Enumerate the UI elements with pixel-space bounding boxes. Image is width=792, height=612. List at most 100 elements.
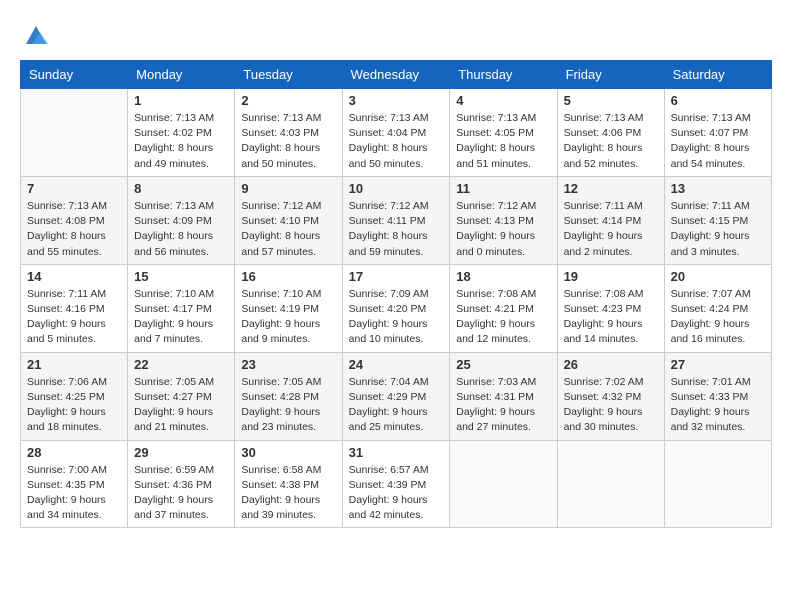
calendar-day-cell: 25 Sunrise: 7:03 AMSunset: 4:31 PMDayligh… — [450, 352, 557, 440]
day-number: 13 — [671, 181, 765, 196]
calendar-day-cell: 31 Sunrise: 6:57 AMSunset: 4:39 PMDayligh… — [342, 440, 450, 528]
day-info: Sunrise: 7:13 AMSunset: 4:02 PMDaylight:… — [134, 111, 228, 172]
day-number: 27 — [671, 357, 765, 372]
day-info: Sunrise: 7:13 AMSunset: 4:06 PMDaylight:… — [564, 111, 658, 172]
day-number: 30 — [241, 445, 335, 460]
calendar-week-row: 1Sunrise: 7:13 AMSunset: 4:02 PMDaylight… — [21, 89, 772, 177]
day-info: Sunrise: 7:11 AMSunset: 4:14 PMDaylight:… — [564, 199, 658, 260]
calendar-day-cell: 26Sunrise: 7:02 AMSunset: 4:32 PMDayligh… — [557, 352, 664, 440]
calendar-day-cell — [664, 440, 771, 528]
day-info: Sunrise: 7:08 AMSunset: 4:21 PMDaylight:… — [456, 287, 550, 348]
calendar-day-cell: 14 Sunrise: 7:11 AMSunset: 4:16 PMDayligh… — [21, 264, 128, 352]
calendar-header-tuesday: Tuesday — [235, 61, 342, 89]
calendar-week-row: 28 Sunrise: 7:00 AMSunset: 4:35 PMDayligh… — [21, 440, 772, 528]
calendar-day-cell: 21 Sunrise: 7:06 AMSunset: 4:25 PMDayligh… — [21, 352, 128, 440]
day-info: Sunrise: 7:03 AMSunset: 4:31 PMDaylight:… — [456, 375, 550, 436]
calendar-day-cell: 20 Sunrise: 7:07 AMSunset: 4:24 PMDayligh… — [664, 264, 771, 352]
day-number: 5 — [564, 93, 658, 108]
day-number: 18 — [456, 269, 550, 284]
day-number: 24 — [349, 357, 444, 372]
day-number: 26 — [564, 357, 658, 372]
day-number: 14 — [27, 269, 121, 284]
calendar-day-cell: 15 Sunrise: 7:10 AMSunset: 4:17 PMDayligh… — [128, 264, 235, 352]
calendar-week-row: 14 Sunrise: 7:11 AMSunset: 4:16 PMDayligh… — [21, 264, 772, 352]
day-info: Sunrise: 7:05 AMSunset: 4:27 PMDaylight:… — [134, 375, 228, 436]
calendar-day-cell: 24 Sunrise: 7:04 AMSunset: 4:29 PMDayligh… — [342, 352, 450, 440]
day-info: Sunrise: 7:13 AMSunset: 4:07 PMDaylight:… — [671, 111, 765, 172]
calendar-day-cell — [557, 440, 664, 528]
day-info: Sunrise: 7:12 AMSunset: 4:13 PMDaylight:… — [456, 199, 550, 260]
day-info: Sunrise: 7:10 AMSunset: 4:19 PMDaylight:… — [241, 287, 335, 348]
calendar-day-cell — [21, 89, 128, 177]
day-info: Sunrise: 7:12 AMSunset: 4:10 PMDaylight:… — [241, 199, 335, 260]
calendar-day-cell: 13 Sunrise: 7:11 AMSunset: 4:15 PMDayligh… — [664, 176, 771, 264]
day-number: 3 — [349, 93, 444, 108]
day-number: 6 — [671, 93, 765, 108]
day-number: 20 — [671, 269, 765, 284]
calendar-day-cell: 19Sunrise: 7:08 AMSunset: 4:23 PMDayligh… — [557, 264, 664, 352]
day-info: Sunrise: 7:05 AMSunset: 4:28 PMDaylight:… — [241, 375, 335, 436]
day-info: Sunrise: 7:06 AMSunset: 4:25 PMDaylight:… — [27, 375, 121, 436]
calendar-day-cell: 1Sunrise: 7:13 AMSunset: 4:02 PMDaylight… — [128, 89, 235, 177]
day-info: Sunrise: 7:13 AMSunset: 4:05 PMDaylight:… — [456, 111, 550, 172]
day-info: Sunrise: 7:13 AMSunset: 4:09 PMDaylight:… — [134, 199, 228, 260]
calendar-day-cell — [450, 440, 557, 528]
calendar-day-cell: 3 Sunrise: 7:13 AMSunset: 4:04 PMDaylight… — [342, 89, 450, 177]
calendar-day-cell: 10Sunrise: 7:12 AMSunset: 4:11 PMDayligh… — [342, 176, 450, 264]
calendar-day-cell: 30 Sunrise: 6:58 AMSunset: 4:38 PMDayligh… — [235, 440, 342, 528]
day-number: 16 — [241, 269, 335, 284]
calendar-header-saturday: Saturday — [664, 61, 771, 89]
day-number: 28 — [27, 445, 121, 460]
calendar-day-cell: 12Sunrise: 7:11 AMSunset: 4:14 PMDayligh… — [557, 176, 664, 264]
day-number: 31 — [349, 445, 444, 460]
calendar-header-monday: Monday — [128, 61, 235, 89]
day-number: 23 — [241, 357, 335, 372]
day-info: Sunrise: 7:07 AMSunset: 4:24 PMDaylight:… — [671, 287, 765, 348]
calendar-week-row: 21 Sunrise: 7:06 AMSunset: 4:25 PMDayligh… — [21, 352, 772, 440]
day-number: 4 — [456, 93, 550, 108]
day-info: Sunrise: 7:09 AMSunset: 4:20 PMDaylight:… — [349, 287, 444, 348]
day-info: Sunrise: 7:10 AMSunset: 4:17 PMDaylight:… — [134, 287, 228, 348]
calendar-header-friday: Friday — [557, 61, 664, 89]
calendar-table: SundayMondayTuesdayWednesdayThursdayFrid… — [20, 60, 772, 528]
day-info: Sunrise: 6:57 AMSunset: 4:39 PMDaylight:… — [349, 463, 444, 524]
logo-icon — [22, 20, 50, 48]
day-number: 11 — [456, 181, 550, 196]
calendar-header-thursday: Thursday — [450, 61, 557, 89]
day-info: Sunrise: 7:13 AMSunset: 4:04 PMDaylight:… — [349, 111, 444, 172]
day-number: 25 — [456, 357, 550, 372]
calendar-day-cell: 16 Sunrise: 7:10 AMSunset: 4:19 PMDayligh… — [235, 264, 342, 352]
day-info: Sunrise: 7:11 AMSunset: 4:15 PMDaylight:… — [671, 199, 765, 260]
day-number: 21 — [27, 357, 121, 372]
day-info: Sunrise: 7:01 AMSunset: 4:33 PMDaylight:… — [671, 375, 765, 436]
day-number: 7 — [27, 181, 121, 196]
day-info: Sunrise: 6:58 AMSunset: 4:38 PMDaylight:… — [241, 463, 335, 524]
day-number: 29 — [134, 445, 228, 460]
calendar-day-cell: 7 Sunrise: 7:13 AMSunset: 4:08 PMDaylight… — [21, 176, 128, 264]
day-number: 2 — [241, 93, 335, 108]
day-info: Sunrise: 7:04 AMSunset: 4:29 PMDaylight:… — [349, 375, 444, 436]
calendar-day-cell: 17Sunrise: 7:09 AMSunset: 4:20 PMDayligh… — [342, 264, 450, 352]
day-number: 22 — [134, 357, 228, 372]
day-info: Sunrise: 7:13 AMSunset: 4:08 PMDaylight:… — [27, 199, 121, 260]
calendar-header-row: SundayMondayTuesdayWednesdayThursdayFrid… — [21, 61, 772, 89]
calendar-day-cell: 11 Sunrise: 7:12 AMSunset: 4:13 PMDayligh… — [450, 176, 557, 264]
calendar-day-cell: 23 Sunrise: 7:05 AMSunset: 4:28 PMDayligh… — [235, 352, 342, 440]
calendar-day-cell: 8 Sunrise: 7:13 AMSunset: 4:09 PMDaylight… — [128, 176, 235, 264]
day-info: Sunrise: 7:11 AMSunset: 4:16 PMDaylight:… — [27, 287, 121, 348]
day-number: 9 — [241, 181, 335, 196]
day-number: 8 — [134, 181, 228, 196]
calendar-day-cell: 22 Sunrise: 7:05 AMSunset: 4:27 PMDayligh… — [128, 352, 235, 440]
calendar-week-row: 7 Sunrise: 7:13 AMSunset: 4:08 PMDaylight… — [21, 176, 772, 264]
day-info: Sunrise: 7:13 AMSunset: 4:03 PMDaylight:… — [241, 111, 335, 172]
day-info: Sunrise: 7:08 AMSunset: 4:23 PMDaylight:… — [564, 287, 658, 348]
day-info: Sunrise: 7:00 AMSunset: 4:35 PMDaylight:… — [27, 463, 121, 524]
calendar-day-cell: 27 Sunrise: 7:01 AMSunset: 4:33 PMDayligh… — [664, 352, 771, 440]
calendar-day-cell: 28 Sunrise: 7:00 AMSunset: 4:35 PMDayligh… — [21, 440, 128, 528]
calendar-day-cell: 4 Sunrise: 7:13 AMSunset: 4:05 PMDaylight… — [450, 89, 557, 177]
calendar-day-cell: 9 Sunrise: 7:12 AMSunset: 4:10 PMDaylight… — [235, 176, 342, 264]
calendar-day-cell: 2 Sunrise: 7:13 AMSunset: 4:03 PMDaylight… — [235, 89, 342, 177]
day-number: 10 — [349, 181, 444, 196]
calendar-day-cell: 29Sunrise: 6:59 AMSunset: 4:36 PMDayligh… — [128, 440, 235, 528]
day-number: 15 — [134, 269, 228, 284]
